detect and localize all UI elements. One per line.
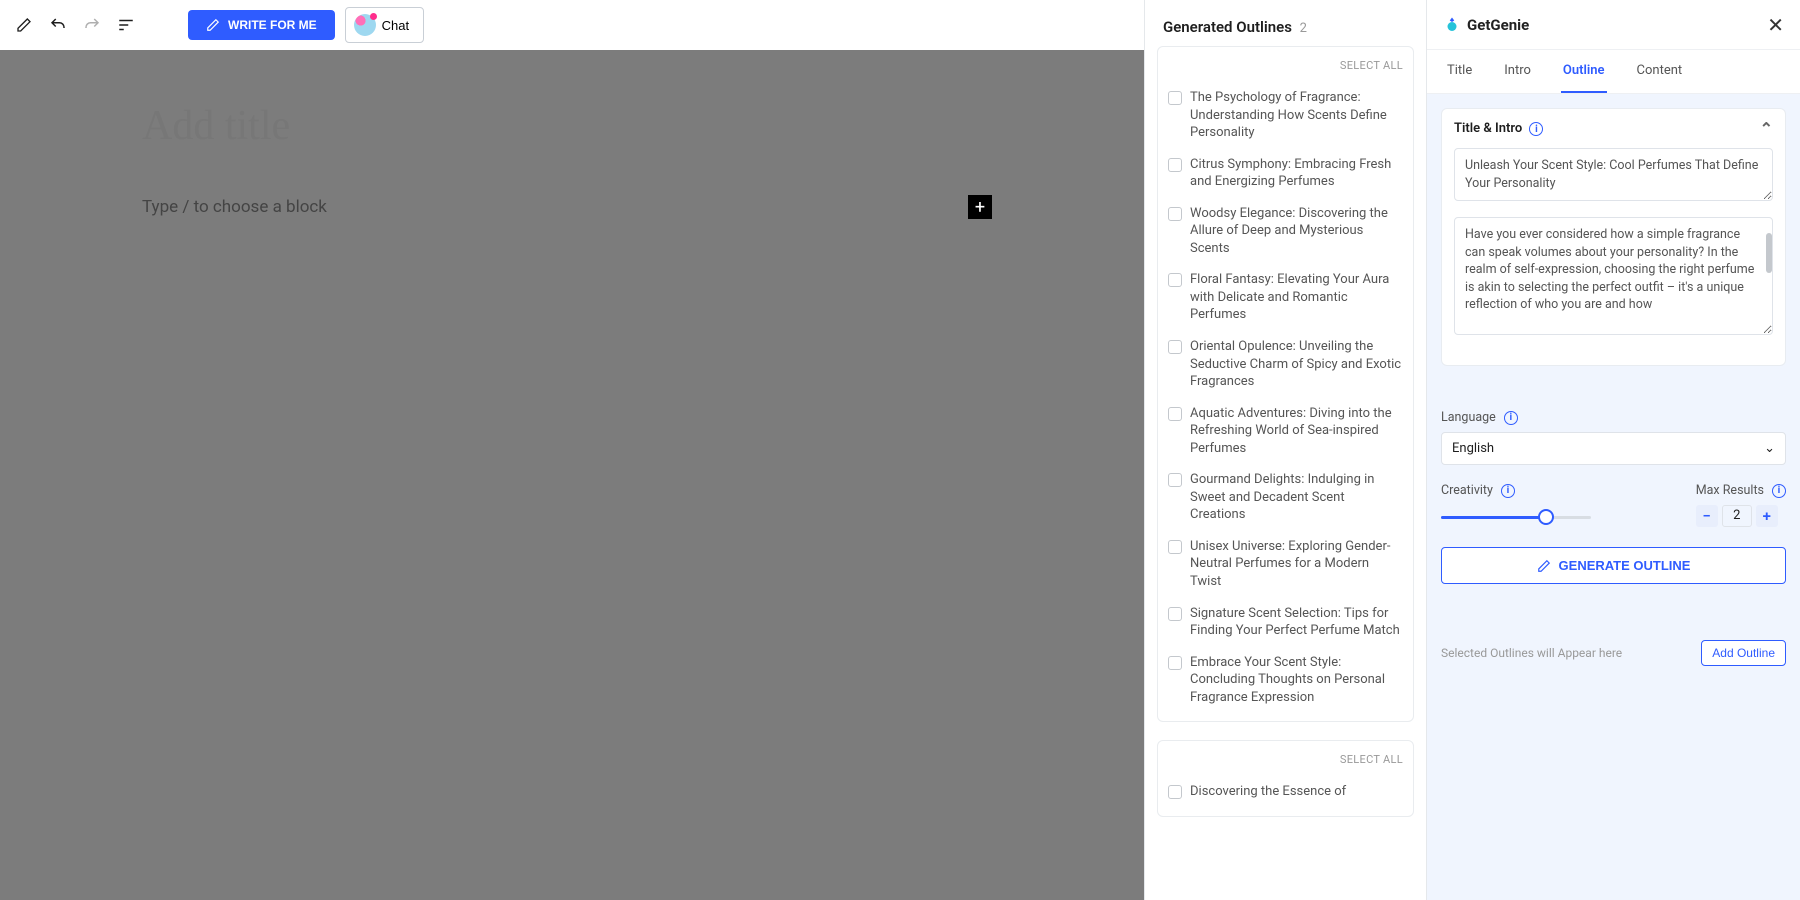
outline-item[interactable]: Citrus Symphony: Embracing Fresh and Ene… [1168,149,1403,198]
getgenie-panel: GetGenie ✕ Title Intro Outline Content Titl… [1426,0,1800,900]
outline-checkbox[interactable] [1168,473,1182,487]
info-icon: i [1501,484,1515,498]
outline-item-label: Gourmand Delights: Indulging in Sweet an… [1190,471,1403,524]
redo-icon[interactable] [80,13,104,37]
undo-icon[interactable] [46,13,70,37]
tab-content[interactable]: Content [1635,50,1685,93]
editor-canvas: Add title Type / to choose a block + [0,50,1144,900]
outline-checkbox[interactable] [1168,91,1182,105]
edit-icon[interactable] [12,13,36,37]
outline-checkbox[interactable] [1168,273,1182,287]
info-icon: i [1772,484,1786,498]
getgenie-icon [1443,16,1461,34]
pencil-icon [206,18,220,32]
title-input[interactable] [1454,148,1773,201]
outline-item-label: Embrace Your Scent Style: Concluding Tho… [1190,654,1403,707]
outline-item-label: Discovering the Essence of [1190,783,1346,801]
outline-item[interactable]: Embrace Your Scent Style: Concluding Tho… [1168,647,1403,714]
add-block-button[interactable]: + [968,195,992,219]
outline-item-label: Signature Scent Selection: Tips for Find… [1190,605,1403,640]
max-results-value[interactable]: 2 [1722,505,1752,527]
tab-title[interactable]: Title [1445,50,1474,93]
outline-checkbox[interactable] [1168,158,1182,172]
decrement-button[interactable]: − [1696,505,1718,527]
selected-outlines-placeholder: Selected Outlines will Appear here [1441,646,1622,660]
outline-item[interactable]: Aquatic Adventures: Diving into the Refr… [1168,398,1403,465]
title-placeholder[interactable]: Add title [142,102,1002,150]
increment-button[interactable]: + [1756,505,1778,527]
intro-input[interactable] [1454,217,1773,335]
outline-item-label: Woodsy Elegance: Discovering the Allure … [1190,205,1403,258]
select-all-link[interactable]: SELECT ALL [1168,55,1403,82]
outline-item[interactable]: Unisex Universe: Exploring Gender-Neutra… [1168,531,1403,598]
generated-outlines-panel: Generated Outlines 2 SELECT ALL The Psych… [1144,0,1426,900]
language-select[interactable]: English ⌄ [1441,432,1786,465]
creativity-label: Creativityi [1441,483,1672,498]
outline-icon[interactable] [114,13,138,37]
outline-item[interactable]: Discovering the Essence of [1168,776,1403,808]
creativity-slider[interactable] [1441,516,1591,519]
outline-checkbox[interactable] [1168,540,1182,554]
outline-item-label: Aquatic Adventures: Diving into the Refr… [1190,405,1403,458]
outline-checkbox[interactable] [1168,407,1182,421]
max-results-stepper: − 2 + [1696,505,1786,527]
intro-scrollbar[interactable] [1766,233,1772,273]
title-intro-header[interactable]: Title & Intro i ⌃ [1442,109,1785,148]
max-results-label: Max Resultsi [1696,483,1786,498]
select-all-link[interactable]: SELECT ALL [1168,749,1403,776]
outline-item[interactable]: Floral Fantasy: Elevating Your Aura with… [1168,264,1403,331]
chevron-up-icon: ⌃ [1760,119,1773,138]
outline-item-label: Oriental Opulence: Unveiling the Seducti… [1190,338,1403,391]
brand: GetGenie [1443,16,1529,34]
chevron-down-icon: ⌄ [1764,441,1775,456]
outline-checkbox[interactable] [1168,207,1182,221]
outlines-heading: Generated Outlines 2 [1145,0,1426,46]
outline-checkbox[interactable] [1168,340,1182,354]
generate-outline-button[interactable]: GENERATE OUTLINE [1441,547,1786,584]
chat-button[interactable]: Chat [345,7,424,43]
language-label: Languagei [1441,410,1786,425]
pencil-icon [1537,559,1551,573]
write-for-me-button[interactable]: WRITE FOR ME [188,10,335,40]
info-icon: i [1504,411,1518,425]
outline-item[interactable]: Gourmand Delights: Indulging in Sweet an… [1168,464,1403,531]
outline-item-label: Citrus Symphony: Embracing Fresh and Ene… [1190,156,1403,191]
editor-toolbar: WRITE FOR ME Chat [0,0,1144,50]
outline-item-label: The Psychology of Fragrance: Understandi… [1190,89,1403,142]
outline-checkbox[interactable] [1168,656,1182,670]
tab-outline[interactable]: Outline [1561,50,1607,93]
write-for-me-label: WRITE FOR ME [228,18,317,32]
outline-item[interactable]: Oriental Opulence: Unveiling the Seducti… [1168,331,1403,398]
outline-checkbox[interactable] [1168,607,1182,621]
panel-tabs: Title Intro Outline Content [1427,50,1800,94]
chat-avatar-icon [354,14,376,36]
chat-label: Chat [382,18,409,33]
outline-item-label: Floral Fantasy: Elevating Your Aura with… [1190,271,1403,324]
outline-item[interactable]: Woodsy Elegance: Discovering the Allure … [1168,198,1403,265]
outline-item-label: Unisex Universe: Exploring Gender-Neutra… [1190,538,1403,591]
info-icon: i [1529,122,1543,136]
add-outline-button[interactable]: Add Outline [1701,640,1786,666]
close-icon[interactable]: ✕ [1767,13,1784,37]
outline-item[interactable]: Signature Scent Selection: Tips for Find… [1168,598,1403,647]
outline-item[interactable]: The Psychology of Fragrance: Understandi… [1168,82,1403,149]
tab-intro[interactable]: Intro [1502,50,1533,93]
outline-checkbox[interactable] [1168,785,1182,799]
block-placeholder[interactable]: Type / to choose a block [142,197,327,217]
